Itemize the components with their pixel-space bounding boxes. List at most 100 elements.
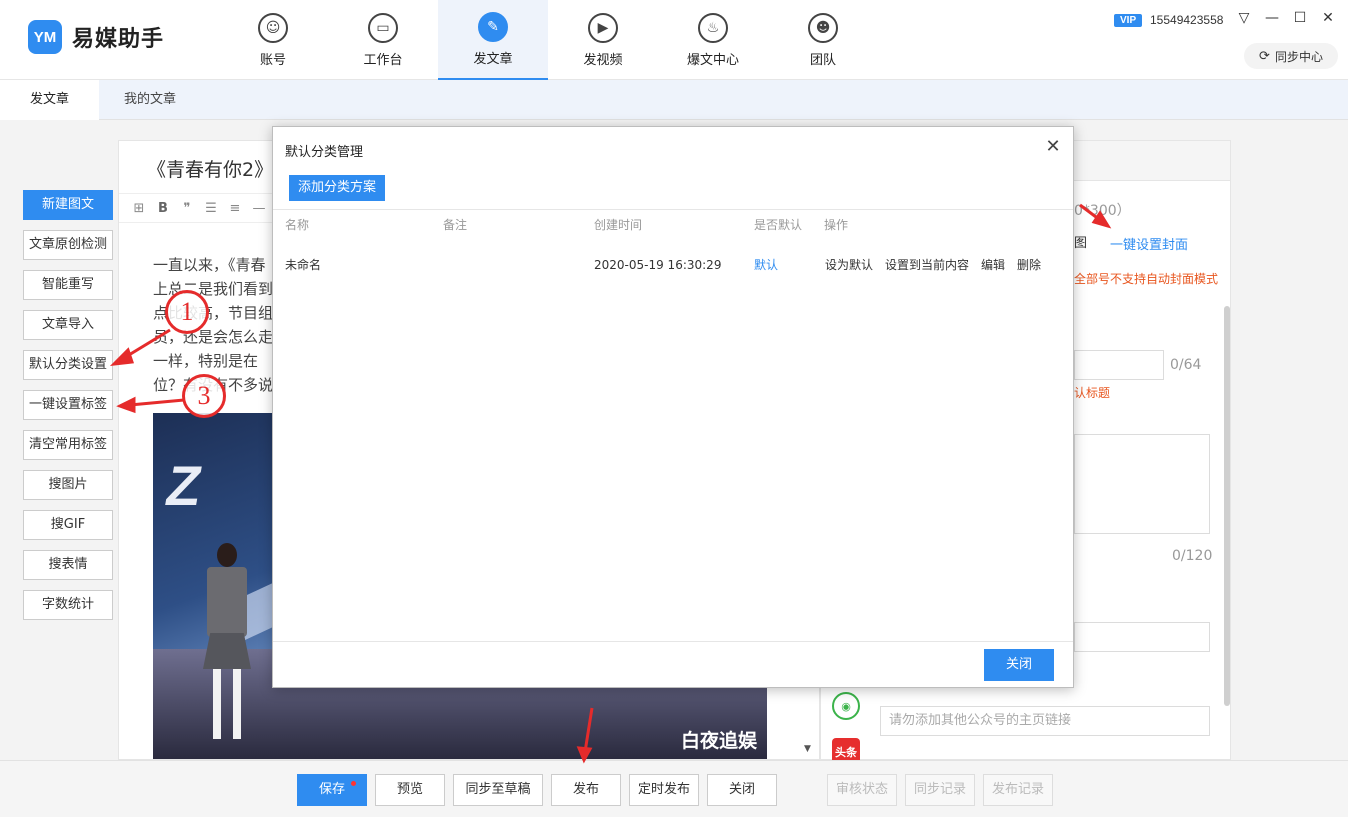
annotation-number: 1 bbox=[165, 290, 209, 334]
cover-label: 图 bbox=[1074, 236, 1088, 251]
user-icon: ☺ bbox=[258, 12, 288, 43]
vip-badge: VIP bbox=[1114, 14, 1143, 27]
save-label: 保存 bbox=[318, 782, 345, 797]
edit-action[interactable]: 编辑 bbox=[981, 258, 1005, 272]
tab-my-articles[interactable]: 我的文章 bbox=[94, 80, 206, 120]
author-input[interactable] bbox=[1074, 622, 1210, 652]
tab-post-article[interactable]: 发文章 bbox=[0, 80, 100, 120]
close-button[interactable]: 关闭 bbox=[707, 774, 777, 806]
dialog-close-button[interactable]: 关闭 bbox=[984, 649, 1054, 681]
figure-head bbox=[217, 543, 237, 567]
unordered-list-icon[interactable]: ≡ bbox=[223, 201, 247, 216]
figure-body bbox=[207, 567, 247, 637]
top-header: YM 易媒助手 ☺ 账号 ▭ 工作台 ✎ 发文章 ▶ 发视频 ♨ 爆文中心 ☻ … bbox=[0, 0, 1348, 80]
search-emoji-button[interactable]: 搜表情 bbox=[23, 550, 113, 580]
scroll-down-icon[interactable]: ▼ bbox=[804, 744, 811, 754]
platform-icon[interactable]: ◉ bbox=[832, 692, 860, 720]
save-button[interactable]: 保存 bbox=[297, 774, 367, 806]
sub-tabs: 发文章 我的文章 bbox=[0, 80, 1348, 120]
image-watermark: 白夜追娱 bbox=[680, 730, 757, 752]
figure-legs bbox=[213, 669, 241, 739]
row-default-badge: 默认 bbox=[754, 258, 779, 272]
apply-to-current-action[interactable]: 设置到当前内容 bbox=[885, 258, 969, 272]
sync-draft-button[interactable]: 同步至草稿 bbox=[453, 774, 543, 806]
figure-skirt bbox=[203, 633, 251, 669]
team-icon: ☻ bbox=[808, 12, 838, 43]
row-created: 2020-05-19 16:30:29 bbox=[594, 258, 722, 272]
app-logo: YM 易媒助手 bbox=[28, 20, 164, 54]
logo-icon: YM bbox=[28, 20, 62, 54]
main-nav: ☺ 账号 ▭ 工作台 ✎ 发文章 ▶ 发视频 ♨ 爆文中心 ☻ 团队 bbox=[218, 0, 878, 80]
settings-scrollbar[interactable] bbox=[1224, 306, 1230, 706]
close-window-icon[interactable]: ✕ bbox=[1318, 10, 1338, 26]
stage-letter: Z bbox=[161, 454, 207, 517]
row-name: 未命名 bbox=[285, 258, 322, 272]
review-status-button[interactable]: 审核状态 bbox=[827, 774, 897, 806]
dialog-footer-divider bbox=[273, 641, 1073, 642]
smart-rewrite-button[interactable]: 智能重写 bbox=[23, 270, 113, 300]
sync-record-button[interactable]: 同步记录 bbox=[905, 774, 975, 806]
nav-account[interactable]: ☺ 账号 bbox=[218, 0, 328, 80]
homepage-link-input[interactable]: 请勿添加其他公众号的主页链接 bbox=[880, 706, 1210, 736]
nav-label: 团队 bbox=[809, 52, 836, 68]
nav-team[interactable]: ☻ 团队 bbox=[768, 0, 878, 80]
nav-label: 发文章 bbox=[473, 51, 513, 67]
clear-tags-button[interactable]: 清空常用标签 bbox=[23, 430, 113, 460]
col-default: 是否默认 bbox=[754, 218, 803, 232]
maximize-icon[interactable]: ☐ bbox=[1290, 10, 1310, 26]
nav-label: 工作台 bbox=[363, 52, 403, 68]
refresh-icon: ⟳ bbox=[1259, 48, 1270, 64]
account-phone: 15549423558 bbox=[1150, 13, 1224, 27]
category-table: 名称 备注 创建时间 是否默认 操作 未命名 2020-05-19 16:30:… bbox=[273, 209, 1073, 282]
word-count-button[interactable]: 字数统计 bbox=[23, 590, 113, 620]
dialog-title: 默认分类管理 bbox=[285, 145, 364, 160]
set-default-action[interactable]: 设为默认 bbox=[825, 258, 873, 272]
originality-check-button[interactable]: 文章原创检测 bbox=[23, 230, 113, 260]
new-article-button[interactable]: 新建图文 bbox=[23, 190, 113, 220]
col-note: 备注 bbox=[443, 218, 468, 232]
preview-button[interactable]: 预览 bbox=[375, 774, 445, 806]
divider-icon[interactable]: — bbox=[247, 201, 271, 216]
nav-label: 账号 bbox=[259, 52, 286, 68]
close-icon[interactable]: ✕ bbox=[1043, 137, 1063, 157]
article-title[interactable]: 《青春有你2》 bbox=[147, 155, 273, 182]
sync-center-button[interactable]: ⟳ 同步中心 bbox=[1244, 43, 1338, 69]
import-article-button[interactable]: 文章导入 bbox=[23, 310, 113, 340]
row-actions: 设为默认 设置到当前内容 编辑 删除 bbox=[825, 240, 1053, 290]
tool-column: 新建图文 文章原创检测 智能重写 文章导入 默认分类设置 一键设置标签 清空常用… bbox=[23, 190, 113, 630]
default-category-button[interactable]: 默认分类设置 bbox=[23, 350, 113, 380]
delete-action[interactable]: 删除 bbox=[1017, 258, 1041, 272]
scheduled-publish-button[interactable]: 定时发布 bbox=[629, 774, 699, 806]
nav-hot-articles[interactable]: ♨ 爆文中心 bbox=[658, 0, 768, 80]
table-row: 未命名 2020-05-19 16:30:29 默认 设为默认 设置到当前内容 编辑… bbox=[273, 240, 1073, 282]
minimize-icon[interactable]: — bbox=[1262, 10, 1282, 26]
heading-icon[interactable]: ⊞ bbox=[127, 201, 151, 216]
nav-label: 爆文中心 bbox=[686, 52, 739, 68]
nav-label: 发视频 bbox=[583, 52, 623, 68]
one-click-cover-link[interactable]: 一键设置封面 bbox=[1110, 234, 1188, 253]
ordered-list-icon[interactable]: ☰ bbox=[199, 201, 223, 216]
set-tags-button[interactable]: 一键设置标签 bbox=[23, 390, 113, 420]
nav-workbench[interactable]: ▭ 工作台 bbox=[328, 0, 438, 80]
dropdown-icon[interactable]: ▽ bbox=[1234, 10, 1254, 26]
cover-warning: 全部号不支持自动封面模式 bbox=[1074, 272, 1219, 286]
publish-record-button[interactable]: 发布记录 bbox=[983, 774, 1053, 806]
annotation-number: 3 bbox=[182, 374, 226, 418]
fire-icon: ♨ bbox=[698, 12, 728, 43]
search-gif-button[interactable]: 搜GIF bbox=[23, 510, 113, 540]
summary-char-count: 0/120 bbox=[1172, 548, 1213, 564]
quote-icon[interactable]: ❞ bbox=[175, 201, 199, 216]
add-category-scheme-button[interactable]: 添加分类方案 bbox=[289, 175, 386, 201]
play-icon: ▶ bbox=[588, 12, 618, 43]
cover-size-hint: 0*300） bbox=[1074, 203, 1131, 219]
performer-figure bbox=[197, 543, 257, 743]
search-images-button[interactable]: 搜图片 bbox=[23, 470, 113, 500]
nav-post-video[interactable]: ▶ 发视频 bbox=[548, 0, 658, 80]
summary-textarea[interactable] bbox=[1074, 434, 1210, 534]
title-input[interactable] bbox=[1074, 350, 1164, 380]
bold-icon[interactable]: B bbox=[151, 201, 175, 216]
nav-post-article[interactable]: ✎ 发文章 bbox=[438, 0, 548, 80]
col-actions: 操作 bbox=[824, 218, 849, 232]
publish-button[interactable]: 发布 bbox=[551, 774, 621, 806]
unsaved-dot-icon bbox=[351, 781, 356, 786]
